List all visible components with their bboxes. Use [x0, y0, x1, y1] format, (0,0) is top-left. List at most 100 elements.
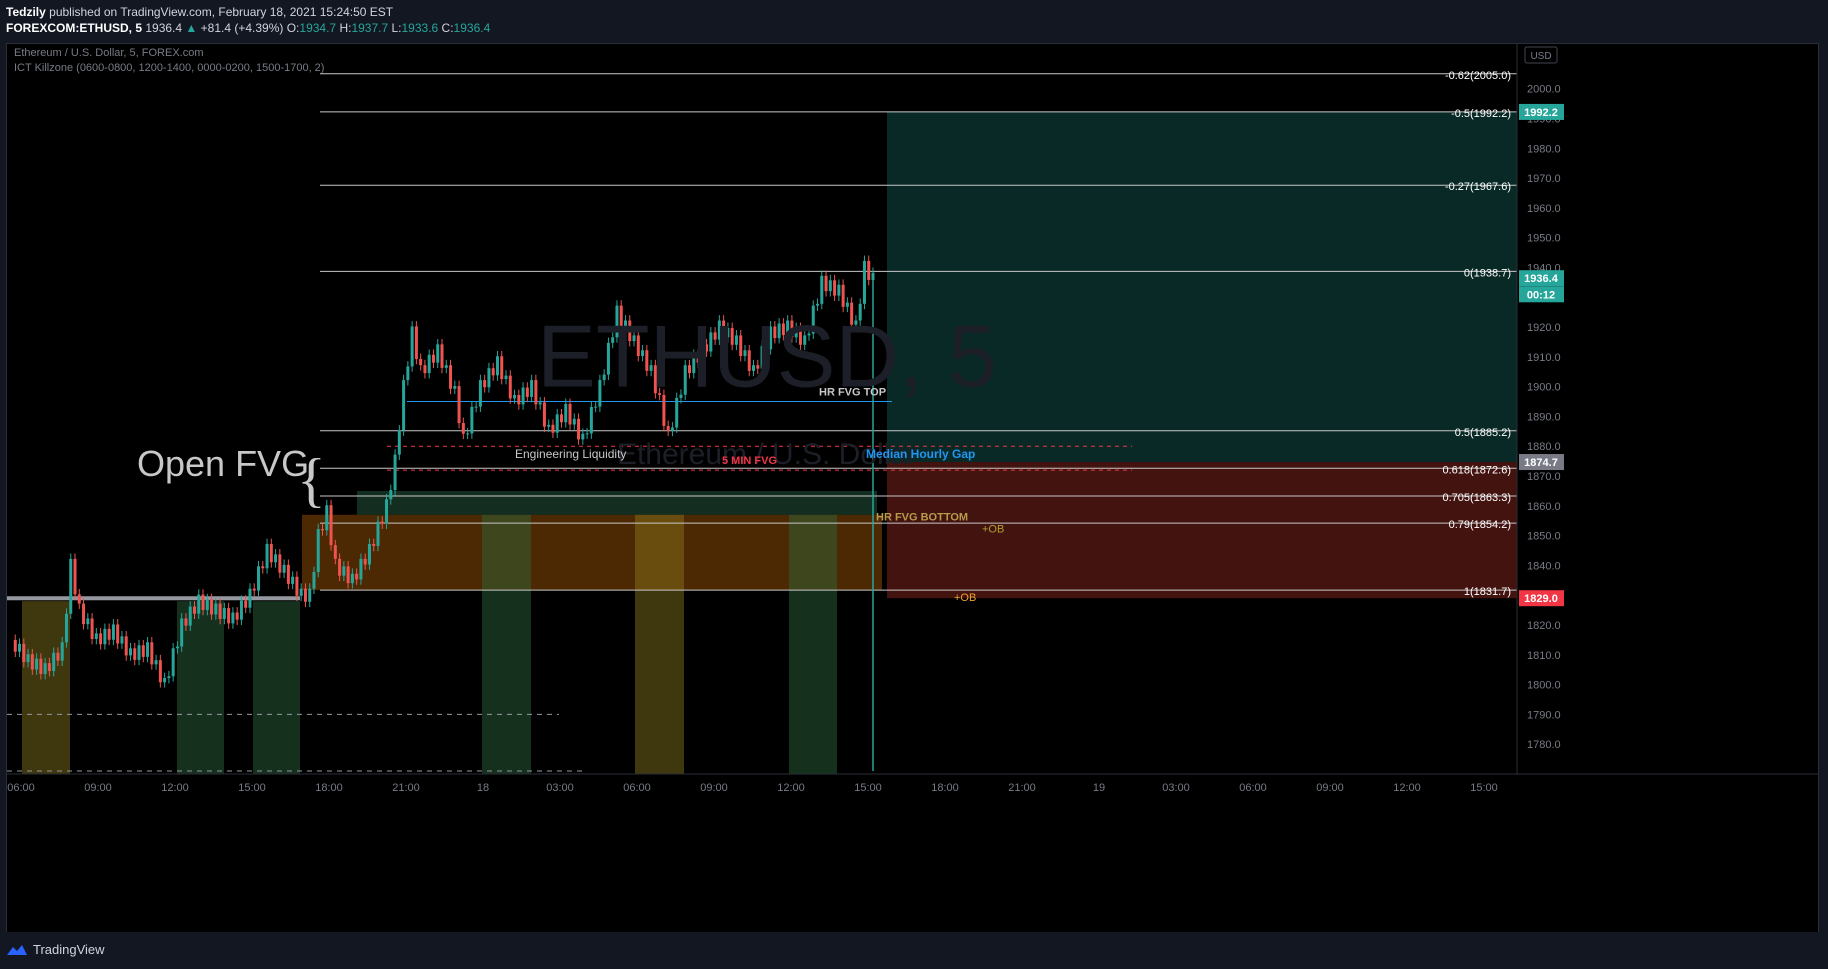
candle-body	[385, 499, 389, 524]
candle-body	[124, 636, 128, 656]
candle-body	[504, 375, 508, 380]
candle-body	[39, 658, 43, 675]
candle-body	[299, 588, 303, 596]
killzone-bar	[22, 601, 70, 774]
candle-body	[453, 386, 457, 389]
candle-body	[18, 643, 22, 652]
x-tick-label: 21:00	[392, 782, 420, 794]
x-tick-label: 03:00	[1162, 782, 1190, 794]
candle-body	[47, 663, 51, 672]
candle-body	[572, 418, 576, 425]
x-tick-label: 09:00	[1316, 782, 1344, 794]
high-value: 1937.7	[351, 21, 389, 35]
hr-fvg-zone	[357, 490, 877, 515]
candle-body	[90, 618, 94, 640]
fib-label: -0.27(1967.6)	[1445, 181, 1511, 193]
change-arrow-icon: ▲	[185, 21, 198, 35]
quote-line: FOREXCOM:ETHUSD, 5 1936.4 ▲ +81.4 (+4.39…	[6, 21, 490, 35]
candle-body	[410, 326, 414, 367]
candle-body	[69, 558, 73, 614]
chart-legend-title: Ethereum / U.S. Dollar, 5, FOREX.com	[14, 47, 204, 59]
candle-body	[355, 573, 359, 580]
candle-body	[828, 280, 832, 292]
candle-body	[559, 414, 563, 423]
candle-body	[491, 368, 495, 376]
candle-body	[35, 658, 39, 670]
killzone-bar	[789, 514, 837, 774]
candle-body	[333, 545, 337, 559]
chart-canvas[interactable]: -0.62(2005.0) -0.5(1992.2) -0.27(1967.6) 0(…	[7, 44, 1818, 932]
price-axis	[1517, 44, 1818, 774]
chart-annotation: HR FVG BOTTOM	[876, 512, 968, 524]
candle-body	[43, 663, 47, 675]
candle-body	[222, 608, 226, 619]
price-tag-label: 1992.2	[1524, 107, 1558, 119]
candle-body	[146, 642, 150, 657]
candle-body	[551, 424, 555, 433]
candle-body	[107, 628, 111, 640]
chart-frame[interactable]: -0.62(2005.0) -0.5(1992.2) -0.27(1967.6) 0(…	[6, 43, 1819, 933]
open-value: 1934.7	[299, 21, 337, 35]
x-tick-label: 21:00	[1008, 782, 1036, 794]
x-tick-label: 15:00	[1470, 782, 1498, 794]
candle-body	[77, 594, 81, 604]
chart-annotation: Engineering Liquidity	[515, 447, 626, 461]
tradingview-logo-icon	[7, 945, 27, 955]
candle-body	[252, 588, 256, 591]
candle-body	[133, 648, 137, 660]
y-tick-label: 1890.0	[1527, 411, 1561, 423]
candle-body	[431, 354, 435, 363]
candle-body	[577, 418, 581, 440]
candle-body	[363, 558, 367, 565]
candle-body	[180, 618, 184, 647]
candle-body	[521, 387, 525, 405]
candle-body	[542, 402, 546, 427]
candle-body	[346, 566, 350, 584]
candle-body	[837, 284, 841, 296]
header-bar: Tedzily published on TradingView.com, Fe…	[0, 0, 1828, 42]
x-tick-label: 09:00	[84, 782, 112, 794]
chart-annotation: +OB	[982, 524, 1004, 536]
candle-body	[406, 366, 410, 381]
watermark-symbol: ETHUSD, 5	[537, 307, 997, 406]
candle-body	[286, 564, 290, 584]
candle-body	[231, 612, 235, 624]
candle-body	[427, 354, 431, 374]
candle-body	[585, 433, 589, 435]
candle-body	[103, 628, 107, 645]
candle-body	[291, 576, 295, 584]
x-tick-label: 18:00	[931, 782, 959, 794]
y-tick-label: 1910.0	[1527, 352, 1561, 364]
candle-body	[201, 594, 205, 610]
candle-body	[338, 558, 342, 576]
killzone-bar	[177, 601, 224, 774]
candle-body	[816, 303, 820, 306]
candle-body	[862, 260, 866, 304]
y-tick-label: 1900.0	[1527, 382, 1561, 394]
footer-brand[interactable]: TradingView	[33, 942, 105, 957]
candle-body	[184, 618, 188, 626]
publication-line: Tedzily published on TradingView.com, Fe…	[6, 5, 393, 19]
fib-label: -0.5(1992.2)	[1451, 108, 1511, 120]
candle-body	[841, 284, 845, 307]
fvg-brace: {	[297, 447, 326, 513]
candle-body	[589, 406, 593, 434]
y-tick-label: 1850.0	[1527, 531, 1561, 543]
author-name[interactable]: Tedzily	[6, 5, 46, 19]
fib-label: 0.618(1872.6)	[1443, 464, 1512, 476]
y-tick-label: 1860.0	[1527, 501, 1561, 513]
indicator-legend: ICT Killzone (0600-0800, 1200-1400, 0000…	[14, 62, 324, 74]
candle-body	[141, 645, 145, 657]
price-tag-label: 1936.4	[1524, 273, 1559, 285]
candle-body	[316, 529, 320, 572]
y-tick-label: 1920.0	[1527, 322, 1561, 334]
candle-body	[56, 652, 60, 661]
killzone-bar	[253, 601, 300, 774]
x-tick-label: 15:00	[238, 782, 266, 794]
time-axis	[7, 775, 1818, 932]
close-label: C:	[441, 21, 454, 35]
candle-body	[171, 648, 175, 677]
price-change: +81.4 (+4.39%)	[200, 21, 284, 35]
symbol-label[interactable]: FOREXCOM:ETHUSD, 5	[6, 21, 142, 35]
candle-body	[513, 394, 517, 399]
